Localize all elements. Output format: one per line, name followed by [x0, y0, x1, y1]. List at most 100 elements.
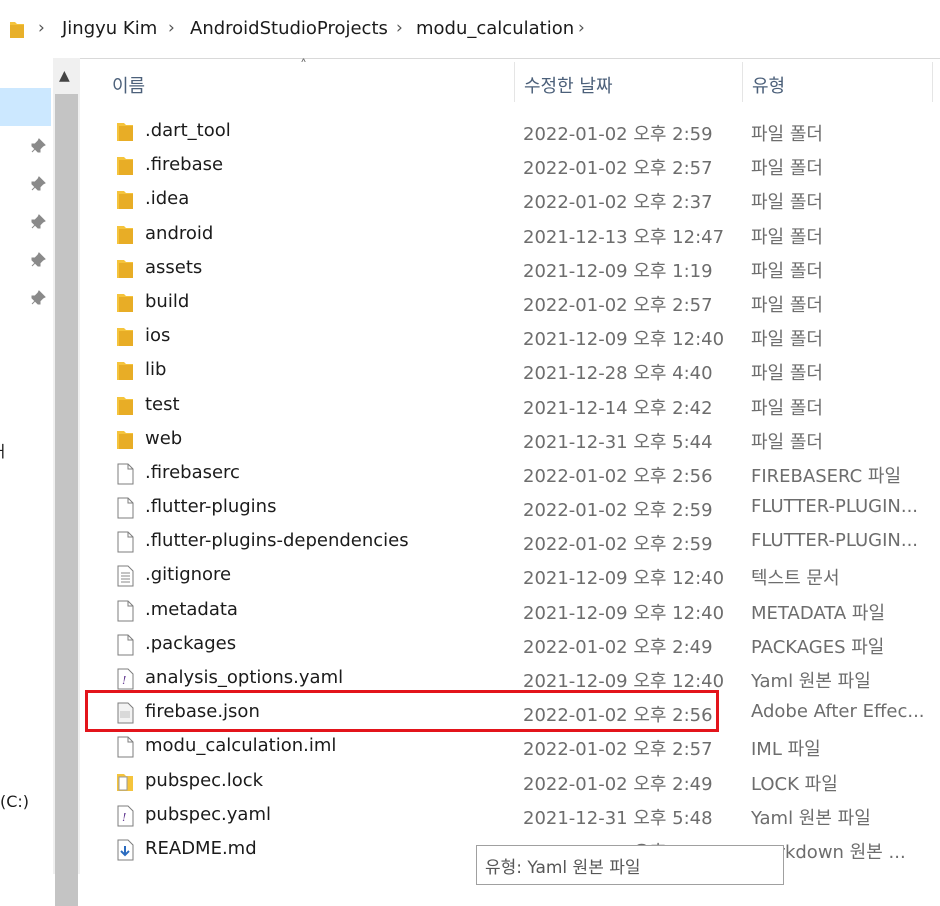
file-row[interactable]: .gitignore 2021-12-09 오후 12:40 텍스트 문서: [80, 559, 940, 593]
column-header-name[interactable]: 이름: [112, 72, 145, 98]
pin-icon[interactable]: [30, 176, 46, 192]
folder-icon: [116, 360, 134, 382]
file-type: 파일 폴더: [751, 158, 823, 180]
file-type: FLUTTER-PLUGIN...: [751, 530, 919, 552]
file-name: .firebase: [145, 154, 224, 176]
file-row[interactable]: .flutter-plugins-dependencies 2022-01-02 …: [80, 525, 940, 559]
file-type: 파일 폴더: [751, 124, 823, 145]
file-name: analysis_options.yaml: [145, 667, 344, 688]
file-date: 2022-01-02 오후 2:59: [523, 124, 713, 145]
column-header-type[interactable]: 유형: [752, 72, 785, 98]
scroll-up-arrow-icon[interactable]: ▲: [59, 68, 70, 84]
file-date: 2022-01-02 오후 2:37: [523, 192, 713, 214]
file-date: 2021-12-09 오후 1:19: [523, 260, 713, 282]
pin-icon[interactable]: [30, 138, 46, 154]
blank-file-icon: [116, 600, 134, 622]
file-type: 파일 폴더: [751, 363, 823, 385]
folder-icon: [116, 292, 134, 314]
file-date: 2022-01-02 오후 2:57: [523, 294, 713, 316]
file-name: .flutter-plugins: [145, 496, 277, 518]
folder-icon: [116, 326, 134, 348]
file-name: lib: [145, 359, 167, 381]
breadcrumb-chevron-icon[interactable]: ›: [168, 18, 175, 38]
address-bar[interactable]: › Jingyu Kim › AndroidStudioProjects › m…: [0, 0, 940, 59]
file-row[interactable]: build 2022-01-02 오후 2:57 파일 폴더: [80, 286, 940, 320]
pin-icon[interactable]: [30, 214, 46, 230]
file-name: README.md: [145, 837, 257, 859]
file-row[interactable]: .dart_tool 2022-01-02 오후 2:59 파일 폴더: [80, 115, 940, 149]
pin-icon[interactable]: [30, 252, 46, 268]
file-type: Yaml 원본 파일: [751, 807, 871, 829]
text-file-icon: [116, 565, 134, 587]
svg-text:!: !: [122, 811, 126, 824]
folder-icon: [116, 121, 134, 143]
file-name: web: [145, 427, 183, 449]
column-divider[interactable]: [932, 62, 933, 102]
file-date: 2021-12-13 오후 12:47: [523, 226, 725, 248]
file-list: .dart_tool 2022-01-02 오후 2:59 파일 폴더 .fireba…: [80, 115, 940, 867]
folder-icon: [10, 22, 24, 38]
file-date: 2021-12-31 오후 5:48: [523, 807, 713, 829]
folder-icon: [116, 258, 134, 280]
blank-file-icon: [116, 736, 134, 758]
file-row[interactable]: ios 2021-12-09 오후 12:40 파일 폴더: [80, 320, 940, 354]
file-name: pubspec.yaml: [145, 803, 271, 825]
file-name: .gitignore: [145, 564, 232, 586]
file-row[interactable]: .flutter-plugins 2022-01-02 오후 2:59 FLUTTE…: [80, 491, 940, 525]
navigation-pane: ㅓ (C:): [0, 58, 53, 874]
column-header-row: ˄ 이름 수정한 날짜 유형: [80, 58, 940, 106]
pin-icon[interactable]: [30, 290, 46, 306]
breadcrumb-chevron-icon[interactable]: ›: [396, 18, 403, 38]
nav-item-selected[interactable]: [0, 88, 51, 126]
file-date: 2022-01-02 오후 2:49: [523, 773, 713, 795]
file-row[interactable]: android 2021-12-13 오후 12:47 파일 폴더: [80, 218, 940, 252]
file-type: METADATA 파일: [751, 602, 886, 624]
file-row[interactable]: .idea 2022-01-02 오후 2:37 파일 폴더: [80, 183, 940, 217]
file-row[interactable]: ! pubspec.yaml 2021-12-31 오후 5:48 Yaml 원본 파…: [80, 799, 940, 833]
file-row[interactable]: assets 2021-12-09 오후 1:19 파일 폴더: [80, 252, 940, 286]
file-row[interactable]: .firebase 2022-01-02 오후 2:57 파일 폴더: [80, 149, 940, 183]
file-type: 파일 폴더: [751, 260, 823, 282]
file-date: 2021-12-28 오후 4:40: [523, 363, 713, 385]
nav-item-drive-c[interactable]: (C:): [0, 792, 29, 811]
breadcrumb-segment[interactable]: modu_calculation: [416, 18, 574, 39]
nav-item-label[interactable]: ㅓ: [0, 438, 9, 462]
breadcrumb-segment[interactable]: Jingyu Kim: [62, 18, 157, 39]
file-name: android: [145, 222, 214, 244]
file-row[interactable]: lib 2021-12-28 오후 4:40 파일 폴더: [80, 354, 940, 388]
file-type: LOCK 파일: [751, 773, 838, 795]
breadcrumb-chevron-icon[interactable]: ›: [38, 18, 45, 38]
file-row[interactable]: .packages 2022-01-02 오후 2:49 PACKAGES 파일: [80, 628, 940, 662]
blank-file-icon: [116, 463, 134, 485]
file-date: 2022-01-02 오후 2:49: [523, 636, 713, 658]
file-type: PACKAGES 파일: [751, 636, 885, 658]
file-type: 파일 폴더: [751, 431, 823, 453]
file-row[interactable]: test 2021-12-14 오후 2:42 파일 폴더: [80, 389, 940, 423]
file-row[interactable]: pubspec.lock 2022-01-02 오후 2:49 LOCK 파일: [80, 765, 940, 799]
file-row[interactable]: modu_calculation.iml 2022-01-02 오후 2:57 IM…: [80, 730, 940, 764]
file-name: .flutter-plugins-dependencies: [145, 530, 409, 552]
column-header-date[interactable]: 수정한 날짜: [524, 72, 613, 98]
file-row[interactable]: .firebaserc 2022-01-02 오후 2:56 FIREBASERC …: [80, 457, 940, 491]
file-name: pubspec.lock: [145, 769, 264, 791]
file-date: 2022-01-02 오후 2:59: [523, 500, 713, 522]
file-name: test: [145, 393, 180, 415]
file-type: 파일 폴더: [751, 294, 823, 316]
breadcrumb-segment[interactable]: AndroidStudioProjects: [190, 18, 388, 39]
breadcrumb-chevron-icon[interactable]: ›: [578, 18, 585, 38]
scrollbar-thumb[interactable]: [55, 94, 78, 906]
folder-icon: [116, 224, 134, 246]
folder-icon: [116, 155, 134, 177]
file-type: FIREBASERC 파일: [751, 465, 902, 487]
file-name: .dart_tool: [145, 120, 231, 141]
file-row[interactable]: .metadata 2021-12-09 오후 12:40 METADATA 파일: [80, 594, 940, 628]
file-row[interactable]: web 2021-12-31 오후 5:44 파일 폴더: [80, 423, 940, 457]
file-name: ios: [145, 325, 171, 347]
column-divider[interactable]: [742, 62, 743, 102]
file-name: .metadata: [145, 598, 238, 620]
column-divider[interactable]: [514, 62, 515, 102]
vertical-scrollbar[interactable]: ▲: [53, 58, 80, 906]
tooltip: 유형: Yaml 원본 파일: [476, 845, 784, 885]
file-name: build: [145, 290, 190, 312]
file-date: 2022-01-02 오후 2:57: [523, 158, 713, 180]
